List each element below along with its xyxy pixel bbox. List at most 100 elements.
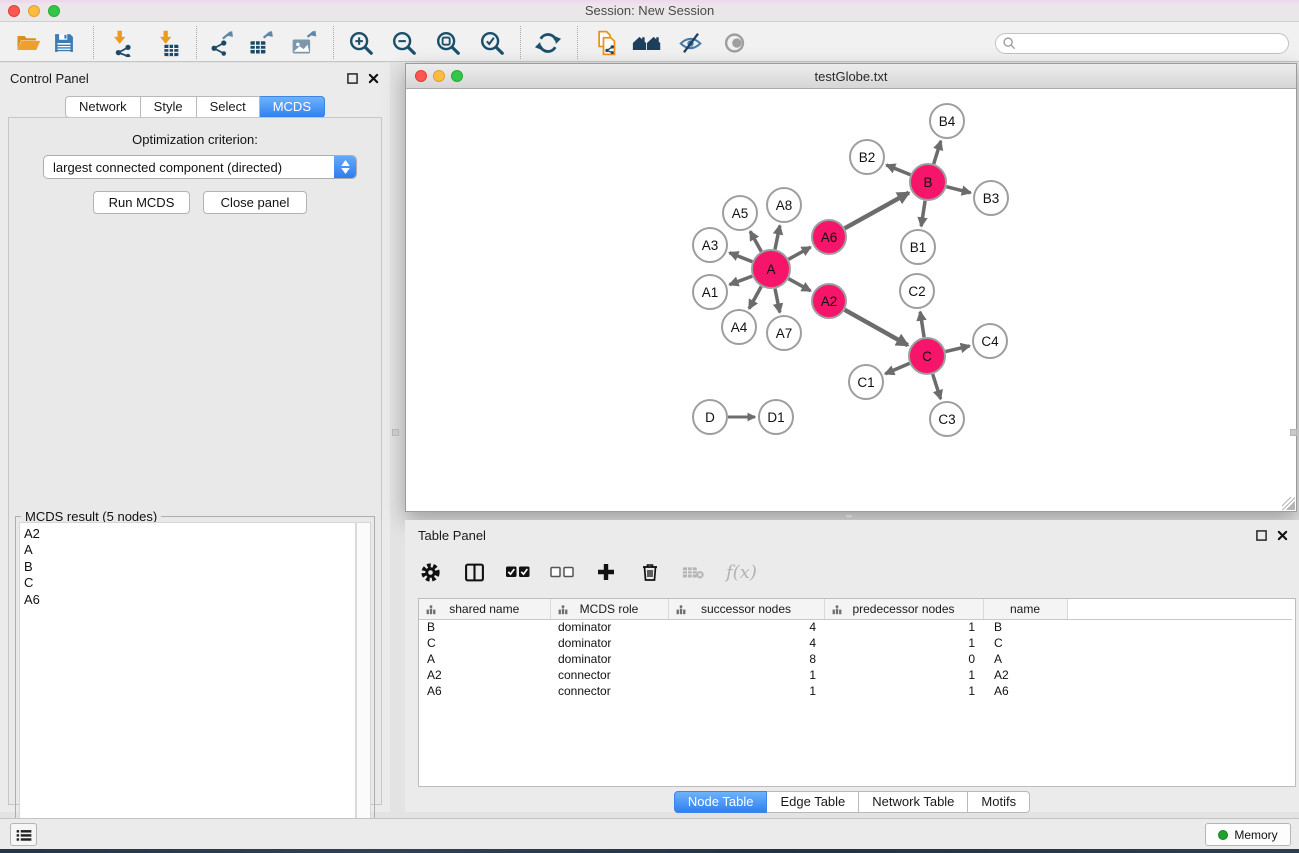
graph-edge-B-B4[interactable]: [934, 141, 941, 164]
graph-node-C1[interactable]: C1: [849, 365, 883, 399]
homes-icon[interactable]: [630, 28, 664, 58]
graph-node-A5[interactable]: A5: [723, 196, 757, 230]
graph-edge-C-C1[interactable]: [885, 363, 909, 373]
export-network-icon[interactable]: [205, 28, 239, 58]
settings-gear-icon[interactable]: [418, 560, 442, 584]
graph-edge-A6-B[interactable]: [845, 193, 909, 229]
graph-node-A8[interactable]: A8: [767, 188, 801, 222]
zoom-fit-icon[interactable]: [431, 28, 465, 58]
table-row[interactable]: Bdominator41B: [419, 619, 1292, 635]
mcds-result-item[interactable]: A: [20, 542, 355, 558]
column-header-shared-name[interactable]: shared name: [419, 599, 550, 619]
table-float-panel-icon[interactable]: [1254, 528, 1268, 542]
tab-mcds[interactable]: MCDS: [260, 96, 325, 118]
vertical-splitter-handle[interactable]: [392, 429, 399, 436]
run-mcds-button[interactable]: Run MCDS: [93, 191, 190, 214]
graph-node-B3[interactable]: B3: [974, 181, 1008, 215]
column-header-predecessor-nodes[interactable]: predecessor nodes: [824, 599, 983, 619]
zoom-selected-icon[interactable]: [475, 28, 509, 58]
mcds-result-list[interactable]: A2ABCA6: [19, 522, 356, 852]
delete-icon[interactable]: [638, 560, 662, 584]
graph-node-C[interactable]: C: [909, 338, 945, 374]
table-row[interactable]: A2connector11A2: [419, 667, 1292, 683]
export-table-icon[interactable]: [244, 28, 278, 58]
graph-edge-A-A4[interactable]: [749, 287, 761, 309]
network-window-titlebar[interactable]: testGlobe.txt: [406, 64, 1296, 89]
refresh-layout-icon[interactable]: [531, 28, 565, 58]
graph-node-D1[interactable]: D1: [759, 400, 793, 434]
mcds-result-item[interactable]: A6: [20, 592, 355, 608]
graph-edge-B-B1[interactable]: [921, 201, 925, 226]
mcds-result-item[interactable]: A2: [20, 526, 355, 542]
graph-edge-A-A5[interactable]: [750, 231, 761, 251]
mcds-result-item[interactable]: C: [20, 575, 355, 591]
zoom-in-icon[interactable]: [344, 28, 378, 58]
graph-edge-B-B2[interactable]: [886, 165, 910, 175]
table-row[interactable]: A6connector11A6: [419, 683, 1292, 699]
graph-edge-A-A8[interactable]: [775, 226, 780, 250]
float-panel-icon[interactable]: [345, 71, 359, 85]
graph-node-A6[interactable]: A6: [812, 220, 846, 254]
function-builder-icon[interactable]: f(x): [726, 562, 757, 583]
tab-node-table[interactable]: Node Table: [674, 791, 768, 813]
search-input[interactable]: [1017, 37, 1288, 51]
column-header-mcds-role[interactable]: MCDS role: [550, 599, 668, 619]
mcds-result-item[interactable]: B: [20, 559, 355, 575]
zoom-out-icon[interactable]: [387, 28, 421, 58]
graph-node-A3[interactable]: A3: [693, 228, 727, 262]
graph-edge-B-B3[interactable]: [946, 187, 970, 193]
table-row[interactable]: Adominator80A: [419, 651, 1292, 667]
select-all-icon[interactable]: [506, 560, 530, 584]
graph-edge-A-A3[interactable]: [730, 253, 753, 262]
graph-node-A2[interactable]: A2: [812, 284, 846, 318]
graph-node-D[interactable]: D: [693, 400, 727, 434]
graph-node-B4[interactable]: B4: [930, 104, 964, 138]
graph-edge-C-C4[interactable]: [946, 346, 970, 352]
graph-edge-C-C2[interactable]: [920, 312, 924, 337]
import-table-icon[interactable]: [150, 28, 184, 58]
graph-edge-A-A1[interactable]: [730, 276, 753, 285]
network-canvas[interactable]: AA1A2A3A4A5A6A7A8BB1B2B3B4CC1C2C3C4DD1: [406, 89, 1296, 511]
add-column-icon[interactable]: [594, 560, 618, 584]
tab-network[interactable]: Network: [65, 96, 141, 118]
table-close-panel-icon[interactable]: [1275, 528, 1289, 542]
tab-network-table[interactable]: Network Table: [859, 791, 968, 813]
export-image-icon[interactable]: [287, 28, 321, 58]
close-panel-icon[interactable]: [366, 71, 380, 85]
column-layout-icon[interactable]: [462, 560, 486, 584]
mcds-result-scrollbar[interactable]: [356, 522, 371, 852]
graph-node-B[interactable]: B: [910, 164, 946, 200]
visibility-icon[interactable]: [718, 28, 752, 58]
task-history-button[interactable]: [10, 823, 37, 846]
table-row[interactable]: Cdominator41C: [419, 635, 1292, 651]
tab-edge-table[interactable]: Edge Table: [767, 791, 859, 813]
graph-edge-A2-C[interactable]: [845, 310, 908, 345]
graph-edge-A-A7[interactable]: [775, 289, 780, 313]
close-panel-button[interactable]: Close panel: [203, 191, 307, 214]
criterion-select[interactable]: largest connected component (directed): [43, 155, 357, 179]
tab-style[interactable]: Style: [141, 96, 197, 118]
horizontal-splitter-handle[interactable]: [845, 514, 853, 519]
network-document-icon[interactable]: [590, 28, 624, 58]
delete-table-icon[interactable]: [682, 560, 706, 584]
window-resize-grip[interactable]: [1282, 497, 1295, 510]
graph-node-A1[interactable]: A1: [693, 275, 727, 309]
graph-node-A[interactable]: A: [752, 250, 790, 288]
memory-button[interactable]: Memory: [1205, 823, 1291, 846]
graph-node-C3[interactable]: C3: [930, 402, 964, 436]
tab-motifs[interactable]: Motifs: [968, 791, 1030, 813]
right-splitter-handle[interactable]: [1290, 429, 1297, 436]
graph-node-A4[interactable]: A4: [722, 310, 756, 344]
graph-node-C4[interactable]: C4: [973, 324, 1007, 358]
column-header-name[interactable]: name: [983, 599, 1067, 619]
graph-edge-A-A6[interactable]: [789, 247, 811, 259]
save-icon[interactable]: [47, 28, 81, 58]
tab-select[interactable]: Select: [197, 96, 260, 118]
deselect-all-icon[interactable]: [550, 560, 574, 584]
graph-edge-C-C3[interactable]: [933, 374, 941, 399]
graph-node-A7[interactable]: A7: [767, 316, 801, 350]
visibility-off-icon[interactable]: [674, 28, 708, 58]
graph-edge-A-A2[interactable]: [789, 279, 811, 291]
column-header-successor-nodes[interactable]: successor nodes: [668, 599, 824, 619]
import-network-icon[interactable]: [104, 28, 138, 58]
